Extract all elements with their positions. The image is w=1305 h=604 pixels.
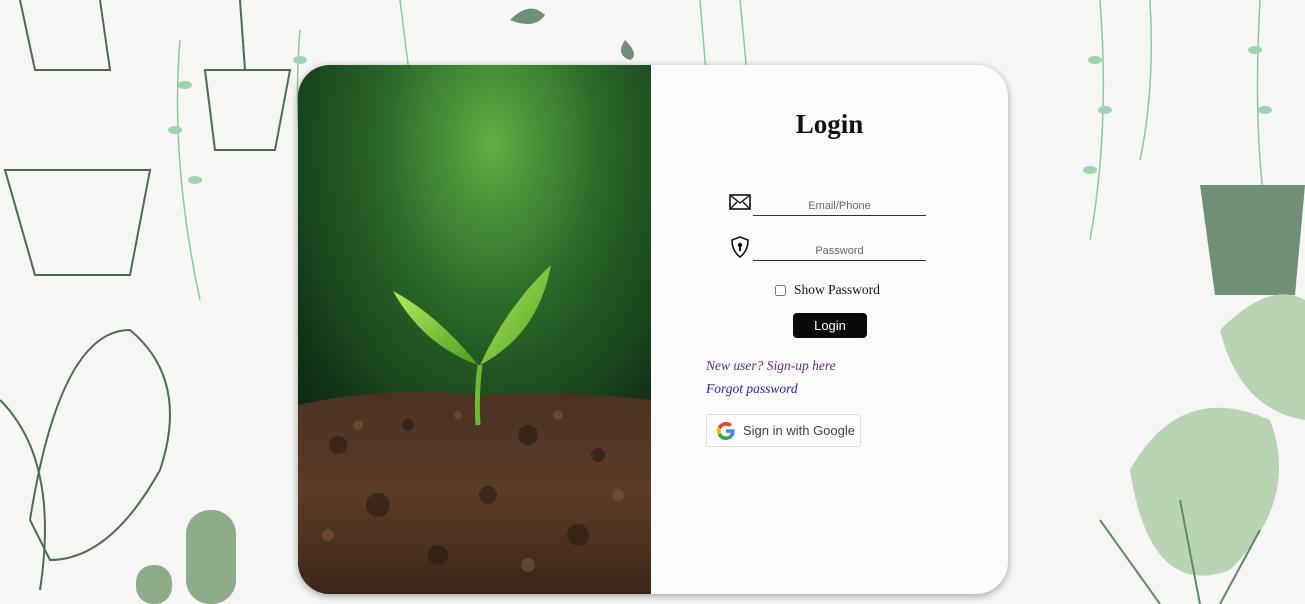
show-password-checkbox[interactable] <box>775 284 786 296</box>
password-input[interactable] <box>753 242 926 261</box>
signup-link[interactable]: New user? Sign-up here <box>706 358 836 374</box>
google-signin-button[interactable]: Sign in with Google <box>706 414 861 447</box>
lock-shield-icon <box>731 236 749 258</box>
login-button[interactable]: Login <box>793 313 867 338</box>
login-panel: Login Show Password Login New user? Sign… <box>651 65 1008 594</box>
google-g-icon <box>717 421 735 440</box>
envelope-icon <box>729 194 751 210</box>
show-password-toggle[interactable]: Show Password <box>775 282 880 298</box>
email-field-group <box>729 191 929 221</box>
seedling-photo <box>298 65 651 594</box>
forgot-password-link[interactable]: Forgot password <box>706 381 798 397</box>
page-title: Login <box>795 109 864 139</box>
google-button-label: Sign in with Google <box>743 423 856 438</box>
password-field-group <box>729 236 929 266</box>
login-card: Login Show Password Login New user? Sign… <box>298 65 1008 594</box>
email-input[interactable] <box>753 197 926 216</box>
show-password-label: Show Password <box>794 282 880 297</box>
